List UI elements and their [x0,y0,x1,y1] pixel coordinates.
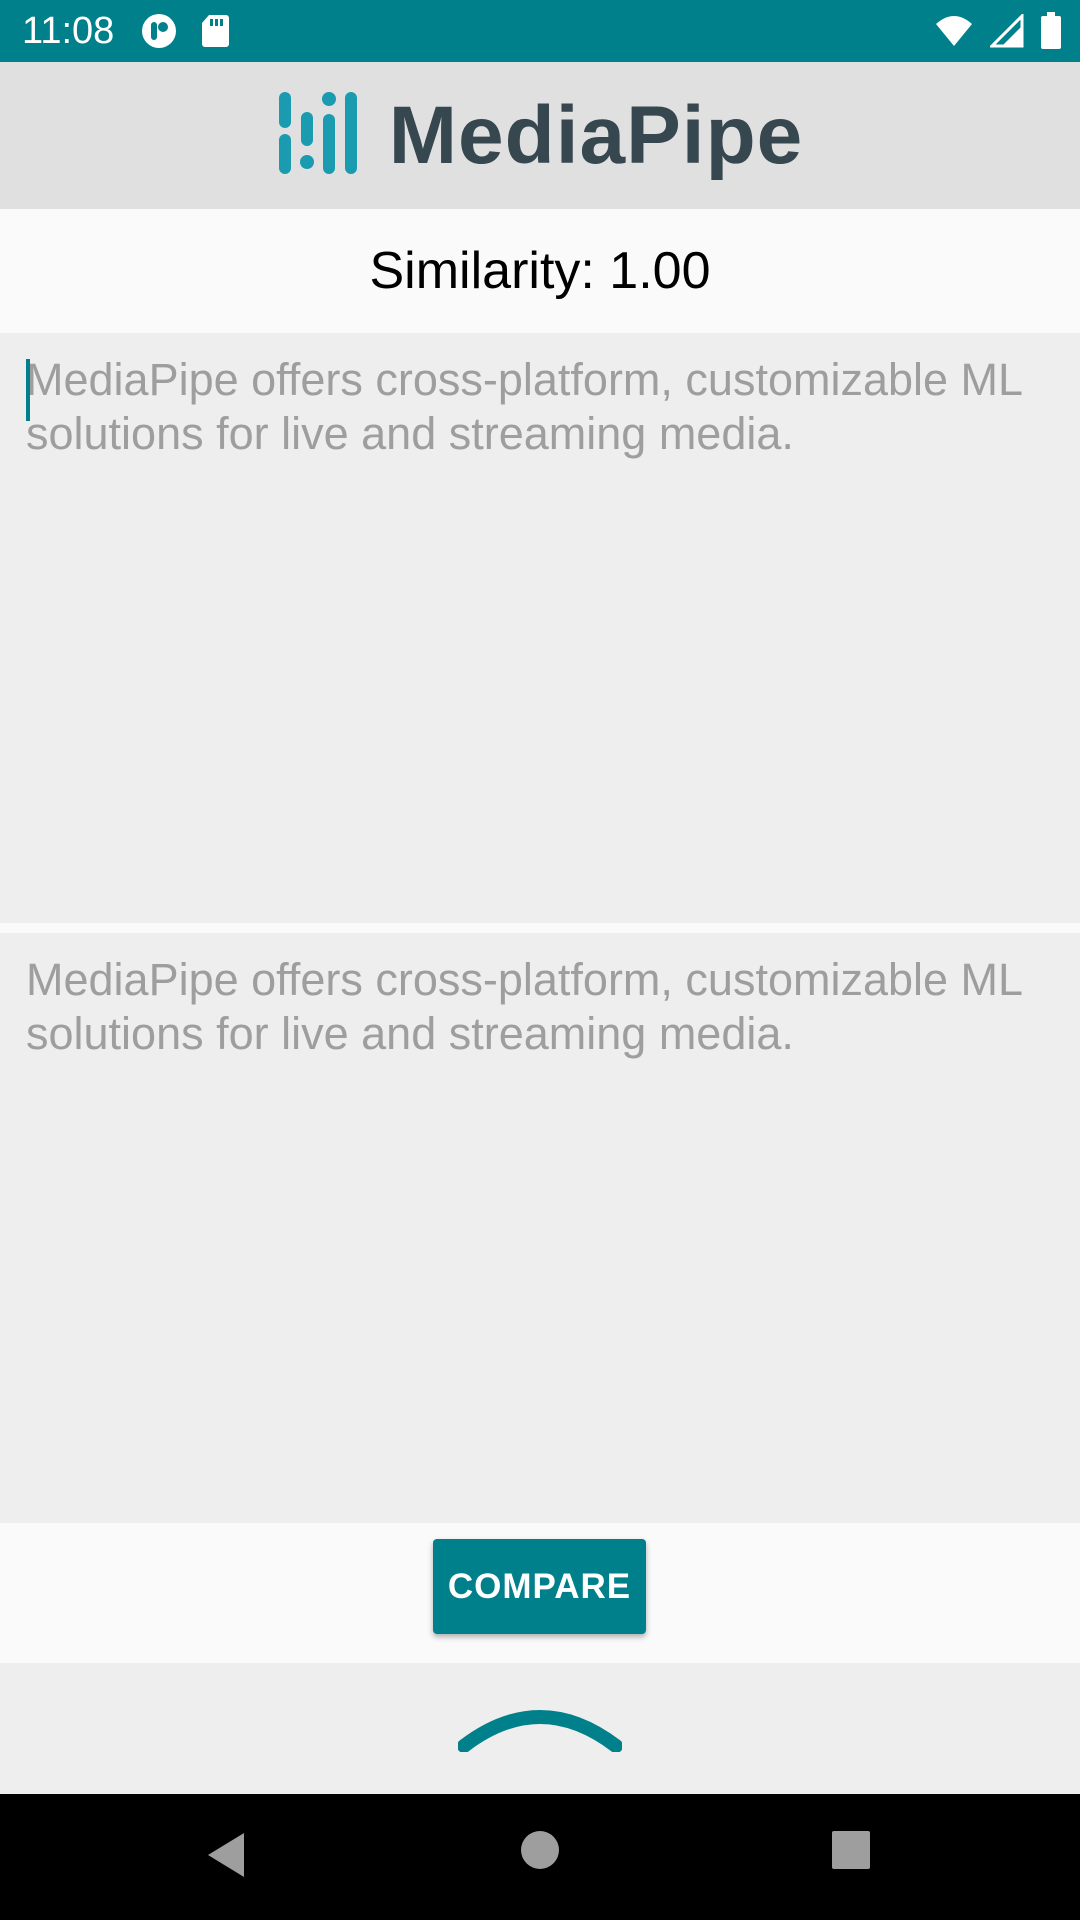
app-bar: MediaPipe [0,62,1080,209]
notification-app-icon [140,12,178,55]
logo: MediaPipe [277,89,804,183]
battery-icon [1040,12,1062,55]
similarity-score: Similarity: 1.00 [369,242,711,300]
chevron-up-icon[interactable] [457,1700,623,1757]
mediapipe-logo-icon [277,90,363,181]
app-title: MediaPipe [388,89,804,181]
similarity-row: Similarity: 1.00 [0,209,1080,333]
status-bar: 11:08 [0,0,1080,62]
wifi-icon [934,14,974,53]
navigation-bar [0,1794,1080,1920]
second-text-input[interactable] [0,933,1080,1523]
bottom-sheet-handle[interactable] [0,1663,1080,1794]
recents-icon[interactable] [830,1829,872,1876]
compare-button[interactable]: COMPARE [433,1539,646,1634]
signal-icon [988,12,1024,53]
status-time: 11:08 [22,10,115,52]
home-icon[interactable] [519,1829,561,1876]
text-cursor [26,359,30,421]
back-icon[interactable] [204,1829,248,1886]
compare-row: COMPARE [0,1523,1080,1663]
first-text-input[interactable] [0,333,1080,923]
sd-card-icon [200,13,230,54]
